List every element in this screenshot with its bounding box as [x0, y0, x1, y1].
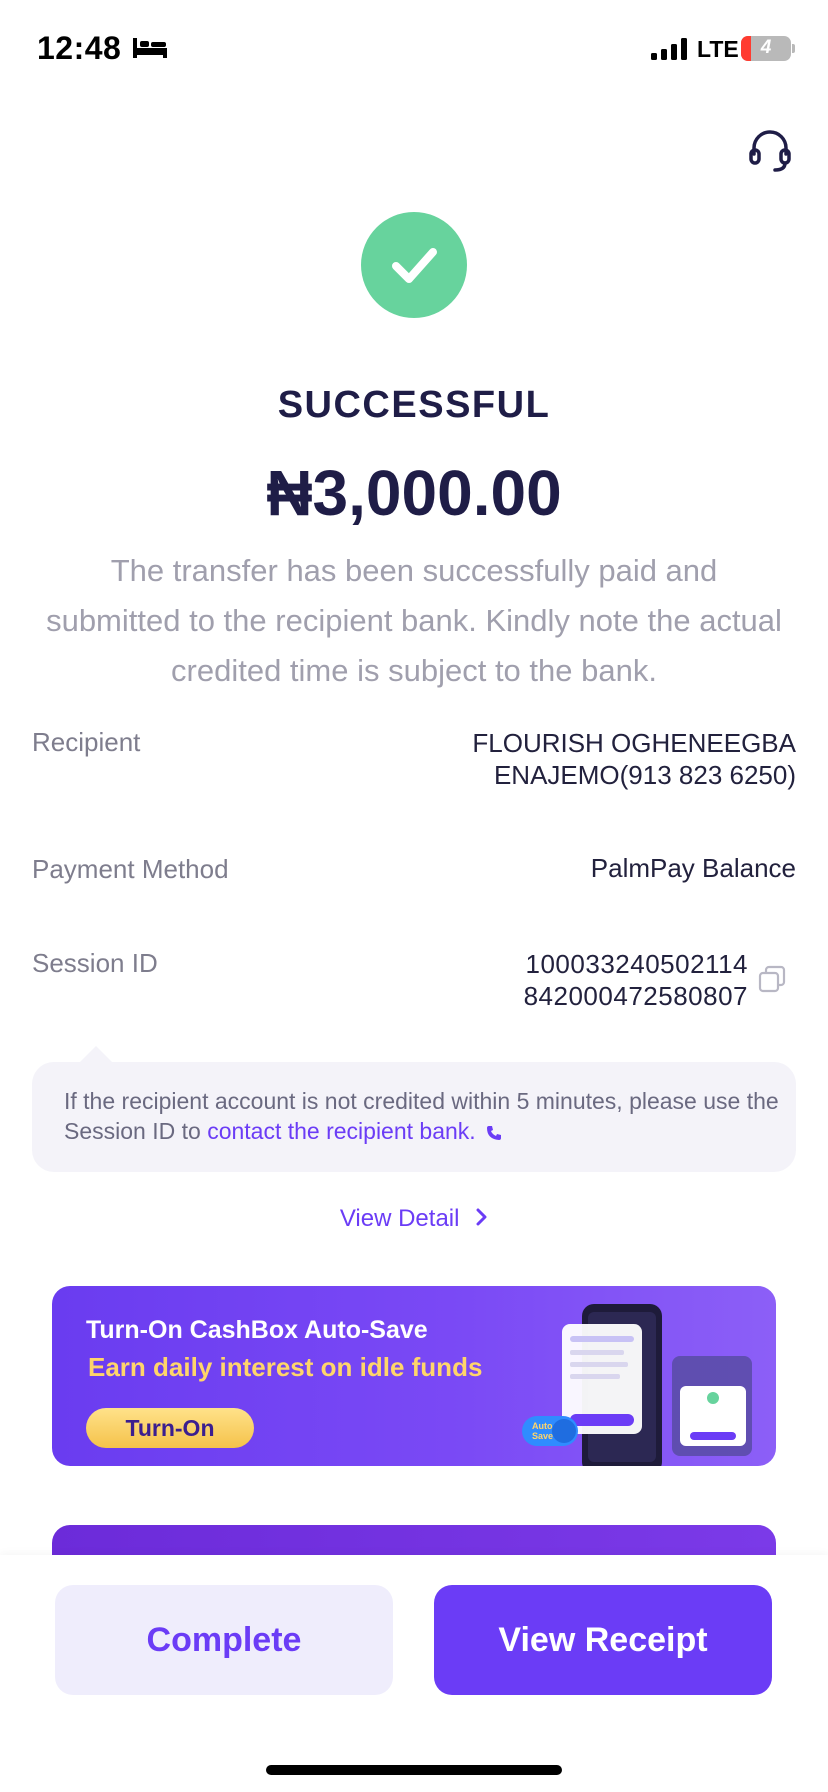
status-time: 12:48 [37, 30, 122, 66]
success-check-icon [361, 212, 467, 318]
info-text: If the recipient account is not credited… [64, 1086, 784, 1146]
session-id-line1: 100033240502114 [525, 949, 748, 979]
svg-text:Auto: Auto [532, 1421, 553, 1431]
view-detail-label: View Detail [339, 1205, 460, 1232]
copy-icon[interactable] [758, 965, 786, 993]
turn-on-button[interactable]: Turn-On [86, 1408, 254, 1448]
session-id-line2: 842000472580807 [523, 981, 748, 1011]
phone-icon[interactable] [486, 1125, 502, 1141]
session-id-label: Session ID [32, 948, 158, 978]
battery-level: 4 [760, 37, 772, 58]
transfer-note: The transfer has been successfully paid … [46, 553, 782, 688]
phone-illustration: Auto Save [522, 1304, 752, 1466]
cashbox-banner[interactable]: Turn-On CashBox Auto-Save Earn daily int… [52, 1286, 776, 1466]
session-id-value: 100033240502114 842000472580807 [348, 948, 748, 1012]
battery-icon: 4 [741, 36, 791, 61]
view-receipt-button[interactable]: View Receipt [434, 1585, 772, 1695]
recipient-label: Recipient [32, 727, 141, 757]
complete-button[interactable]: Complete [55, 1585, 393, 1695]
recipient-value: FLOURISH OGHENEEGBA ENAJEMO(913 823 6250… [316, 727, 796, 791]
battery-cap [792, 44, 795, 53]
contact-bank-link[interactable]: contact the recipient bank. [207, 1118, 476, 1144]
headset-icon[interactable] [749, 128, 791, 174]
amount: ₦3,000.00 [266, 457, 562, 529]
payment-method-label: Payment Method [32, 854, 229, 884]
network-type: LTE [697, 36, 739, 62]
banner-title: Turn-On CashBox Auto-Save [86, 1316, 428, 1344]
recipient-account: ENAJEMO(913 823 6250) [493, 760, 796, 790]
status-title: SUCCESSFUL [277, 384, 551, 426]
chevron-right-icon [476, 1208, 487, 1226]
home-indicator[interactable] [266, 1765, 562, 1775]
payment-method-value: PalmPay Balance [590, 853, 796, 883]
info-notch [80, 1046, 112, 1062]
svg-text:Save: Save [532, 1431, 553, 1441]
banner-subtitle: Earn daily interest on idle funds [88, 1352, 483, 1382]
recipient-name: FLOURISH OGHENEEGBA [472, 728, 796, 758]
bed-icon [133, 38, 167, 58]
view-detail-link[interactable]: View Detail [0, 1205, 828, 1233]
signal-icon [651, 38, 687, 60]
